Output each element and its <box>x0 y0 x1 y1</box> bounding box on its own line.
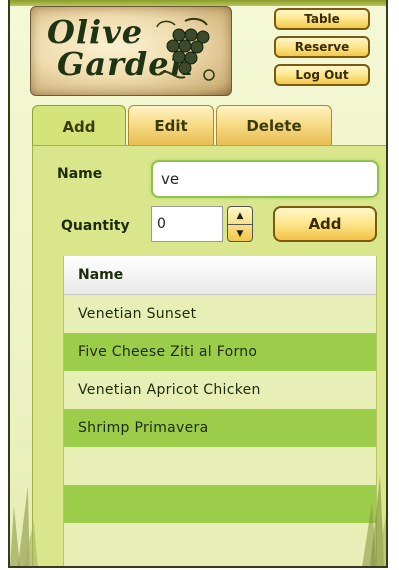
name-input[interactable] <box>151 160 379 198</box>
grapes-icon <box>156 17 215 81</box>
olive-garden-logo: Olive Garden <box>30 6 232 96</box>
name-label: Name <box>57 166 103 182</box>
list-item[interactable]: Venetian Sunset <box>64 295 376 333</box>
list-item[interactable] <box>64 447 376 485</box>
table-button[interactable]: Table <box>274 8 370 30</box>
quantity-input[interactable] <box>151 206 223 242</box>
tab-delete[interactable]: Delete <box>216 105 332 145</box>
list-item[interactable]: Five Cheese Ziti al Forno <box>64 333 376 371</box>
log-out-button[interactable]: Log Out <box>274 64 370 86</box>
list-item[interactable]: Venetian Apricot Chicken <box>64 371 376 409</box>
list-item[interactable]: Shrimp Primavera <box>64 409 376 447</box>
app-window: Olive Garden Table Reserve Log Out Add E… <box>8 0 388 568</box>
add-item-button[interactable]: Add <box>273 206 377 242</box>
menu-item-list: Name Venetian Sunset Five Cheese Ziti al… <box>63 256 377 566</box>
list-item[interactable] <box>64 485 376 523</box>
tab-add[interactable]: Add <box>32 105 126 147</box>
reserve-button[interactable]: Reserve <box>274 36 370 58</box>
quantity-label: Quantity <box>61 218 130 234</box>
add-panel: Name Quantity ▲ ▼ Add Name Venetian Suns… <box>32 145 386 566</box>
quantity-stepper[interactable]: ▲ ▼ <box>227 206 253 242</box>
tab-edit[interactable]: Edit <box>128 105 214 145</box>
list-item[interactable] <box>64 523 376 561</box>
stepper-up-icon[interactable]: ▲ <box>228 207 252 225</box>
stepper-down-icon[interactable]: ▼ <box>228 225 252 241</box>
list-header-name[interactable]: Name <box>64 256 376 295</box>
